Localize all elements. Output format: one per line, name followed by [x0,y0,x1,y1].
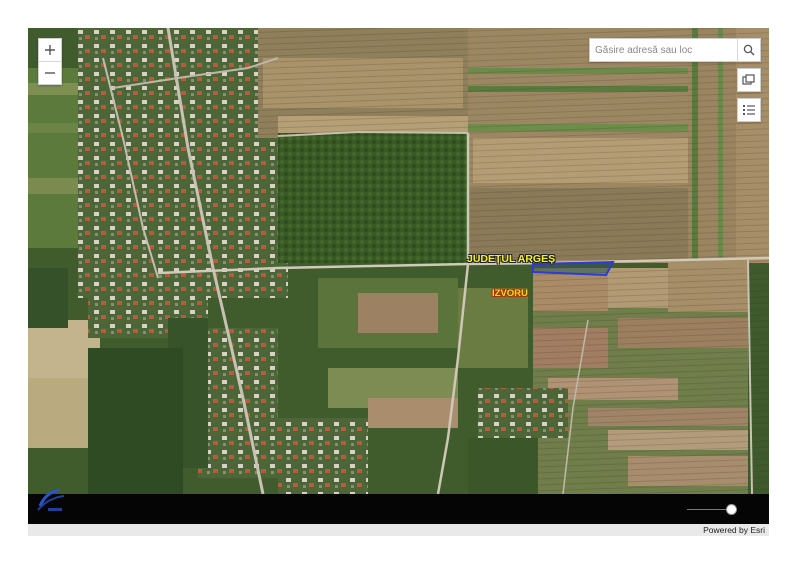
time-slider-thumb[interactable] [726,504,737,515]
legend-button[interactable] [737,98,761,122]
zoom-control [38,38,62,85]
attribution-text[interactable]: Powered by Esri [703,524,765,536]
legend-list-icon [743,105,755,115]
map-container: JUDEȚUL ARGEȘ IZVORU Găsire adresă sau l… [28,28,769,536]
basemap-gallery-icon [742,74,755,85]
satellite-map[interactable]: JUDEȚUL ARGEȘ IZVORU [28,28,769,494]
attribution-bar: Powered by Esri [28,524,769,536]
county-label: JUDEȚUL ARGEȘ [467,253,556,265]
zoom-out-button[interactable] [39,61,61,84]
search-widget [589,38,761,62]
minus-icon [45,72,55,74]
village-label: IZVORU [492,288,528,299]
plus-icon [45,45,55,55]
zoom-in-button[interactable] [39,39,61,61]
magnifier-icon [743,44,755,56]
map-footer-bar [28,488,769,524]
basemap-gallery-button[interactable] [737,68,761,92]
search-input[interactable] [590,40,737,60]
esri-logo-icon [37,488,65,511]
satellite-imagery[interactable] [28,28,769,494]
search-button[interactable] [737,39,760,61]
time-slider-track[interactable] [687,504,737,515]
